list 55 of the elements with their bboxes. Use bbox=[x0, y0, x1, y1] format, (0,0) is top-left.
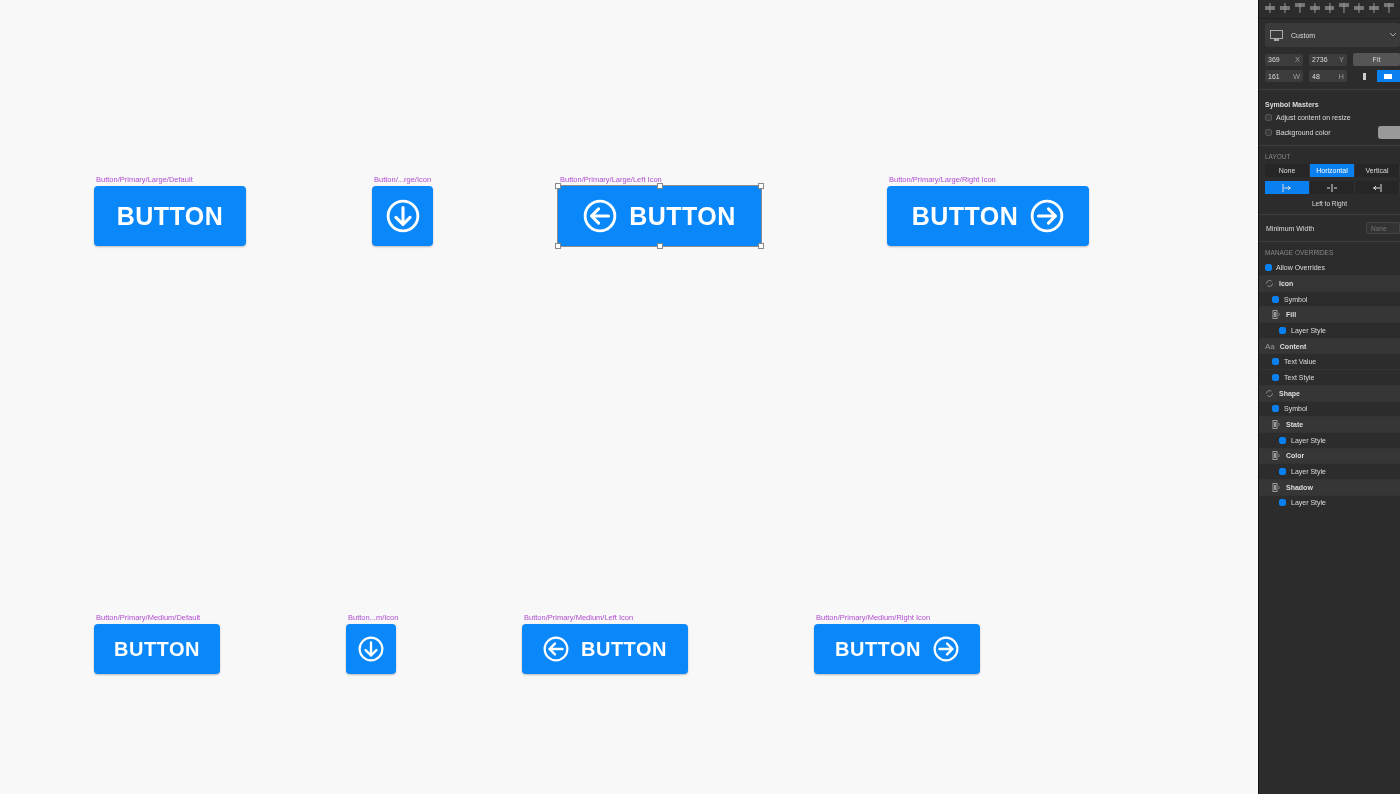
color-swatch[interactable] bbox=[1378, 125, 1400, 139]
left-arrow-circle-icon bbox=[583, 199, 618, 233]
checkbox[interactable] bbox=[1272, 405, 1279, 413]
align-right-icon bbox=[1372, 183, 1382, 192]
resize-handle[interactable] bbox=[656, 243, 663, 249]
left-arrow-circle-icon bbox=[543, 636, 569, 662]
down-arrow-circle-icon bbox=[385, 199, 420, 233]
align-left-icon bbox=[1282, 183, 1292, 192]
layer-style-icon bbox=[1272, 482, 1281, 492]
button-symbol[interactable]: BUTTON bbox=[887, 186, 1089, 246]
checkbox[interactable] bbox=[1279, 326, 1286, 334]
align-left-button[interactable] bbox=[1265, 181, 1310, 194]
chevron-down-icon bbox=[1390, 33, 1396, 37]
align-center-icon bbox=[1327, 183, 1337, 192]
landscape-button[interactable] bbox=[1376, 70, 1400, 82]
button-symbol[interactable]: BUTTON bbox=[558, 186, 761, 246]
button-symbol[interactable]: BUTTON bbox=[94, 624, 220, 674]
checkbox[interactable] bbox=[1279, 499, 1286, 507]
layer-style-icon bbox=[1272, 310, 1281, 320]
monitor-icon bbox=[1270, 29, 1283, 41]
alignment-icon[interactable] bbox=[1354, 3, 1365, 13]
checkbox[interactable] bbox=[1265, 128, 1272, 136]
layer-style-icon bbox=[1272, 420, 1281, 430]
alignment-icon[interactable] bbox=[1265, 3, 1275, 13]
alignment-icon[interactable] bbox=[1384, 3, 1394, 13]
checkbox[interactable] bbox=[1279, 468, 1286, 476]
resize-handle[interactable] bbox=[656, 183, 663, 189]
button-symbol[interactable] bbox=[346, 624, 396, 674]
button-symbol[interactable]: BUTTON bbox=[814, 624, 980, 674]
checkbox[interactable] bbox=[1272, 295, 1279, 303]
alignment-icon[interactable] bbox=[1324, 3, 1335, 13]
alignment-icon[interactable] bbox=[1369, 3, 1380, 13]
checkbox[interactable] bbox=[1265, 113, 1272, 121]
resize-handle[interactable] bbox=[555, 243, 561, 249]
alignment-icon[interactable] bbox=[1294, 3, 1305, 13]
resize-handle[interactable] bbox=[758, 243, 764, 249]
alignment-icon[interactable] bbox=[1309, 3, 1320, 13]
resize-handle[interactable] bbox=[555, 183, 561, 189]
sync-icon bbox=[1265, 278, 1274, 288]
button-symbol[interactable]: BUTTON bbox=[522, 624, 688, 674]
checkbox[interactable] bbox=[1279, 436, 1286, 444]
resize-handle[interactable] bbox=[758, 183, 764, 189]
sync-icon bbox=[1265, 388, 1274, 398]
right-arrow-circle-icon bbox=[1030, 199, 1065, 233]
layer-style-icon bbox=[1272, 451, 1281, 461]
alignment-icon[interactable] bbox=[1279, 3, 1290, 13]
checkbox[interactable] bbox=[1272, 373, 1279, 381]
checkbox[interactable] bbox=[1272, 358, 1279, 366]
button-symbol[interactable] bbox=[372, 186, 433, 246]
alignment-icon[interactable] bbox=[1339, 3, 1350, 13]
down-arrow-circle-icon bbox=[358, 636, 384, 662]
text-icon: Aa bbox=[1265, 341, 1275, 351]
checkbox[interactable] bbox=[1265, 263, 1272, 271]
right-arrow-circle-icon bbox=[933, 636, 959, 662]
button-symbol[interactable]: BUTTON bbox=[94, 186, 246, 246]
